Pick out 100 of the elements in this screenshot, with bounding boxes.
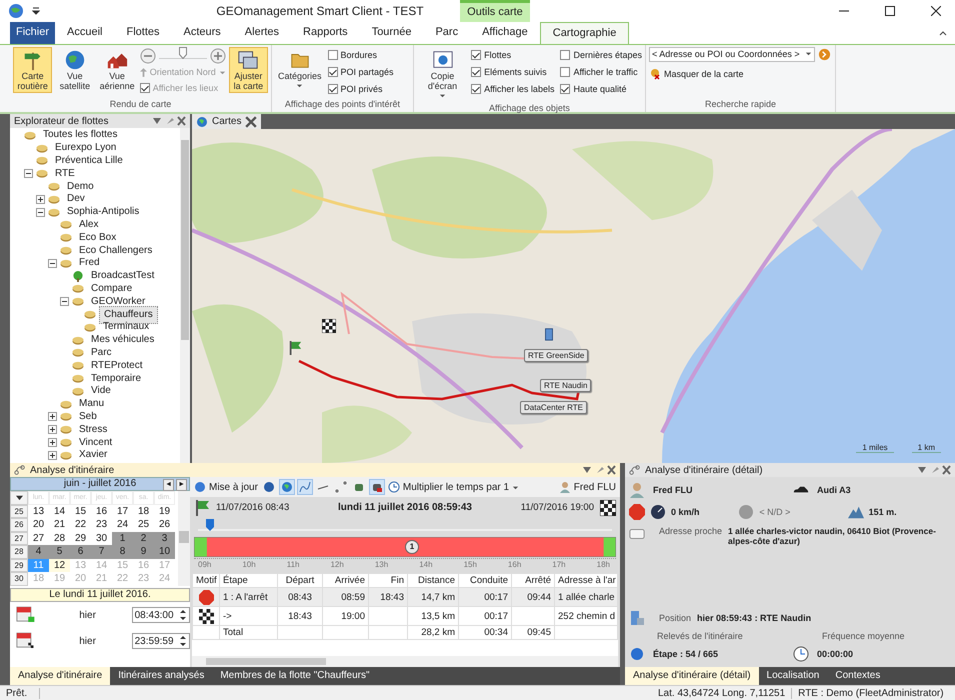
time-multiplier-button[interactable]: Multiplier le temps par 1 <box>388 481 520 493</box>
expander-icon[interactable] <box>48 412 57 422</box>
calendar-day[interactable]: 19 <box>154 504 175 518</box>
zoom-slider[interactable] <box>158 47 207 59</box>
map-view-button[interactable]: Vue satellite <box>55 47 94 93</box>
calendar-day[interactable]: 18 <box>133 504 154 518</box>
time-field[interactable]: 23:59:59 <box>132 633 190 649</box>
calendar-day[interactable]: 5 <box>49 545 70 558</box>
poi-checkbox[interactable]: Bordures <box>328 47 394 63</box>
objects-checkbox[interactable]: Eléments suivis <box>471 64 554 80</box>
calendar-day[interactable]: 20 <box>28 518 49 532</box>
map-view-button[interactable]: Vue aérienne <box>97 47 137 93</box>
calendar-day[interactable]: 23 <box>91 518 112 532</box>
expander-icon[interactable] <box>48 258 57 268</box>
ribbon-tab[interactable]: Accueil <box>55 22 114 44</box>
calendar-day[interactable]: 17 <box>112 504 133 518</box>
calendar-day[interactable]: 21 <box>49 518 70 532</box>
calendar-day[interactable]: 24 <box>112 518 133 532</box>
map-marker-label[interactable]: DataCenter RTE <box>520 401 587 414</box>
ribbon-tab[interactable]: Alertes <box>232 22 292 44</box>
curve-icon[interactable] <box>298 480 312 494</box>
calendar-day[interactable]: 25 <box>133 518 154 532</box>
objects-checkbox[interactable]: Afficher les labels <box>471 81 554 97</box>
calendar-day[interactable]: 15 <box>70 504 91 518</box>
time-slider[interactable] <box>198 519 612 531</box>
calendar-day[interactable]: 16 <box>91 504 112 518</box>
panel-controls-icon[interactable] <box>582 465 616 475</box>
calendar-day[interactable]: 12 <box>49 558 70 572</box>
expander-icon[interactable] <box>24 169 33 178</box>
panel-tab[interactable]: Analyse d'itinéraire <box>10 667 110 685</box>
search-combo[interactable]: < Adresse ou POI ou Coordonnées > <box>649 47 815 62</box>
ribbon-tab[interactable]: Affichage <box>470 22 540 44</box>
calendar-day[interactable]: 13 <box>28 504 49 518</box>
calendar-day[interactable]: 22 <box>70 518 91 532</box>
calendar-day[interactable]: 8 <box>112 545 133 558</box>
globe-icon[interactable] <box>262 480 276 494</box>
globe-icon[interactable] <box>280 480 294 494</box>
quick-access-icon[interactable] <box>32 6 40 16</box>
slider-thumb-icon[interactable] <box>178 47 187 59</box>
spinner-icon[interactable] <box>179 608 187 622</box>
panel-controls-icon[interactable] <box>917 465 951 475</box>
update-button[interactable]: Mise à jour <box>194 481 258 493</box>
calendar-day[interactable]: 2 <box>133 532 154 545</box>
maximize-icon[interactable] <box>885 6 895 16</box>
calendar-day[interactable]: 29 <box>70 532 91 545</box>
categories-button[interactable]: Catégories <box>275 47 325 92</box>
ribbon-tab[interactable]: Flottes <box>114 22 172 44</box>
map-marker-label[interactable]: RTE GreenSide <box>524 349 588 362</box>
dots-icon[interactable] <box>334 480 348 494</box>
zoom-out-icon[interactable] <box>140 48 156 64</box>
calendar-day[interactable]: 26 <box>154 518 175 532</box>
poi-checkbox[interactable]: POI privés <box>328 81 394 97</box>
map-marker-label[interactable]: RTE Naudin <box>540 379 592 392</box>
expander-icon[interactable] <box>48 450 57 460</box>
calendar-day[interactable]: 7 <box>91 545 112 558</box>
calendar-day[interactable]: 10 <box>154 545 175 558</box>
fit-map-button[interactable]: Ajuster la carte <box>228 47 268 93</box>
panel-tab[interactable]: Membres de la flotte "Chauffeurs" <box>212 667 378 685</box>
slider-thumb-icon[interactable] <box>206 519 214 531</box>
calendar-day[interactable]: 27 <box>28 532 49 545</box>
objects-checkbox[interactable]: Flottes <box>471 47 554 63</box>
panel-tab[interactable]: Itinéraires analysés <box>110 667 212 685</box>
go-icon[interactable] <box>818 48 831 61</box>
objects-checkbox[interactable]: Afficher le traffic <box>560 64 642 80</box>
screenshot-button[interactable]: Copie d'écran <box>417 47 468 102</box>
calendar-day[interactable]: 28 <box>49 532 70 545</box>
panel-controls-icon[interactable] <box>152 116 186 126</box>
spinner-icon[interactable] <box>179 634 187 648</box>
expander-icon[interactable] <box>48 438 57 448</box>
calendar-day[interactable]: 3 <box>154 532 175 545</box>
caret-icon[interactable] <box>16 493 22 502</box>
hide-from-map-button[interactable]: Masquer de la carte <box>649 68 744 80</box>
panel-tab[interactable]: Contextes <box>827 667 888 685</box>
close-icon[interactable] <box>931 6 941 16</box>
car-stop-icon[interactable] <box>370 480 384 494</box>
calendar-day[interactable]: 4 <box>28 545 49 558</box>
calendar-day[interactable]: 1 <box>112 532 133 545</box>
column-header[interactable]: Motif <box>192 574 220 588</box>
document-tab[interactable]: Cartes <box>192 114 262 129</box>
zoom-in-icon[interactable] <box>210 48 226 64</box>
column-header[interactable]: Étape <box>220 574 278 588</box>
calendar-day[interactable]: 14 <box>49 504 70 518</box>
expander-icon[interactable] <box>48 425 57 434</box>
scrollbar[interactable] <box>178 491 190 586</box>
ribbon-tab[interactable]: Fichier <box>10 22 56 44</box>
map-view-button[interactable]: Carte routière <box>13 47 52 93</box>
calendar-day[interactable]: 9 <box>133 545 154 558</box>
user-button[interactable]: Fred FLU <box>558 481 616 493</box>
poi-checkbox[interactable]: POI partagés <box>328 64 394 80</box>
collapse-ribbon-icon[interactable] <box>939 30 947 36</box>
ribbon-tab[interactable]: Rapports <box>291 22 360 44</box>
scrollbar[interactable] <box>180 128 190 463</box>
ribbon-tab[interactable]: Cartographie <box>540 22 630 44</box>
calendar-day[interactable]: 30 <box>91 532 112 545</box>
app-icon[interactable] <box>8 3 24 19</box>
expander-icon[interactable] <box>60 297 69 306</box>
panel-tab[interactable]: Localisation <box>758 667 828 685</box>
ribbon-tab[interactable]: Parc <box>423 22 470 44</box>
calendar-day[interactable]: 6 <box>70 545 91 558</box>
expander-icon[interactable] <box>36 208 45 217</box>
